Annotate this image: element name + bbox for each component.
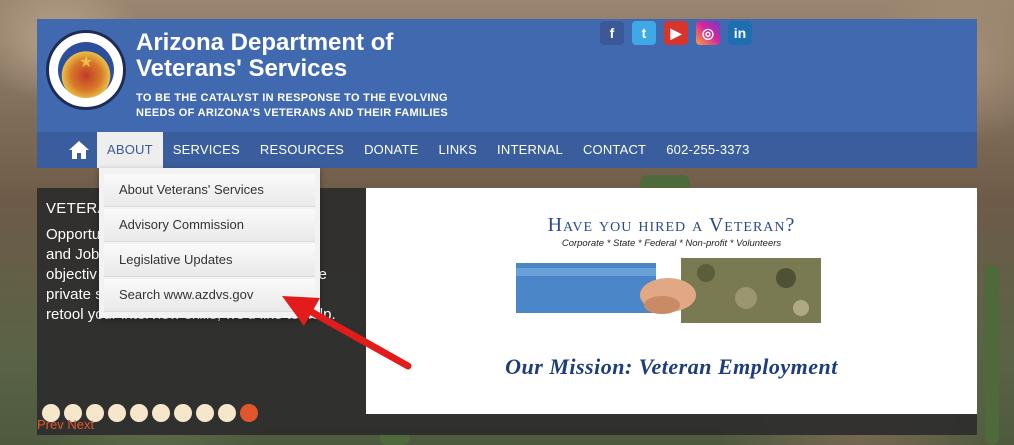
- image-title: Have you hired a Veteran?: [547, 214, 796, 236]
- cactus-decoration: [985, 265, 999, 445]
- slide-body-line: Opportu: [46, 226, 101, 243]
- tagline-line2: NEEDS OF ARIZONA'S VETERANS AND THEIR FA…: [136, 107, 449, 119]
- social-links: f t ▶ ◎ in: [600, 21, 752, 45]
- slide-body-line: and Job: [46, 246, 100, 263]
- dropdown-item-legislative-updates[interactable]: Legislative Updates: [104, 244, 315, 277]
- nav-resources[interactable]: RESOURCES: [250, 132, 354, 168]
- facebook-icon[interactable]: f: [600, 21, 624, 45]
- slide-image-hire-veteran[interactable]: Have you hired a Veteran? Corporate * St…: [366, 188, 977, 414]
- nav-donate[interactable]: DONATE: [354, 132, 428, 168]
- slider-dot[interactable]: [174, 404, 192, 422]
- youtube-icon[interactable]: ▶: [664, 21, 688, 45]
- prev-link[interactable]: Prev: [37, 417, 64, 432]
- main-nav: ABOUT SERVICES RESOURCES DONATE LINKS IN…: [37, 132, 977, 168]
- slide-body-line: objectiv: [46, 266, 97, 283]
- slider-dot[interactable]: [108, 404, 126, 422]
- agency-seal-logo[interactable]: ★: [46, 30, 126, 110]
- slider-dot[interactable]: [218, 404, 236, 422]
- nav-contact[interactable]: CONTACT: [573, 132, 656, 168]
- home-icon[interactable]: [61, 132, 97, 168]
- image-subtitle: Corporate * State * Federal * Non-profit…: [561, 238, 782, 249]
- dropdown-item-about-veterans-services[interactable]: About Veterans' Services: [104, 174, 315, 207]
- nav-phone[interactable]: 602-255-3373: [656, 132, 759, 168]
- dropdown-item-advisory-commission[interactable]: Advisory Commission: [104, 209, 315, 242]
- nav-services[interactable]: SERVICES: [163, 132, 250, 168]
- slide-body-line: private s: [46, 286, 103, 303]
- star-icon: ★: [79, 54, 94, 71]
- slider-dot[interactable]: [196, 404, 214, 422]
- tagline-line1: TO BE THE CATALYST IN RESPONSE TO THE EV…: [136, 92, 448, 104]
- site-title-line2: Veterans' Services: [136, 55, 348, 82]
- linkedin-icon[interactable]: in: [728, 21, 752, 45]
- nav-internal[interactable]: INTERNAL: [487, 132, 573, 168]
- twitter-icon[interactable]: t: [632, 21, 656, 45]
- tagline: TO BE THE CATALYST IN RESPONSE TO THE EV…: [136, 91, 448, 121]
- slider-dot[interactable]: [152, 404, 170, 422]
- red-arrow-annotation: [282, 296, 412, 370]
- next-link[interactable]: Next: [67, 417, 94, 432]
- instagram-icon[interactable]: ◎: [696, 21, 720, 45]
- slider-dot-active[interactable]: [240, 404, 258, 422]
- site-title[interactable]: Arizona Department of Veterans' Services: [136, 30, 393, 82]
- slider-dot[interactable]: [130, 404, 148, 422]
- slider-pager: Prev Next: [37, 417, 94, 432]
- site-title-line1: Arizona Department of: [136, 29, 394, 56]
- nav-about[interactable]: ABOUT: [97, 132, 163, 168]
- nav-links[interactable]: LINKS: [428, 132, 487, 168]
- image-mission: Our Mission: Veteran Employment: [505, 354, 838, 379]
- site-header: ★ Arizona Department of Veterans' Servic…: [37, 19, 977, 132]
- handshake-illustration: [516, 258, 821, 323]
